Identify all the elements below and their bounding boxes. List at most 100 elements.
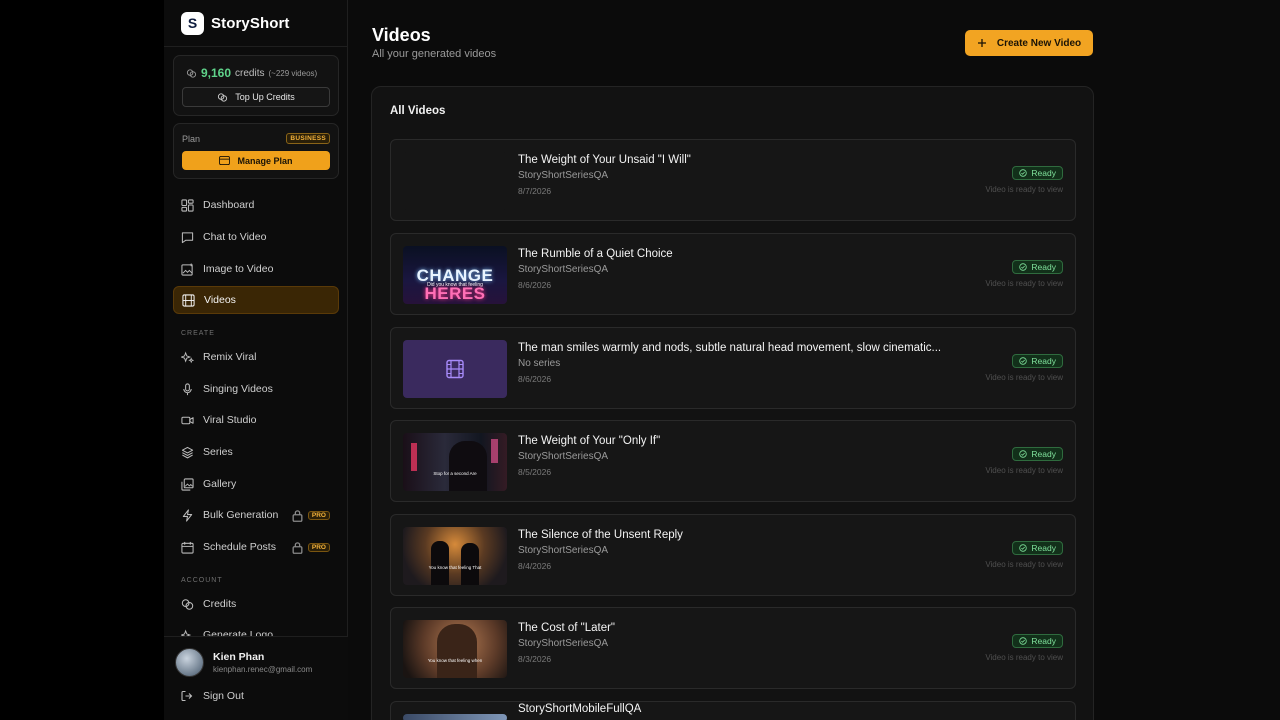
sidebar-item-remix-viral[interactable]: Remix Viral bbox=[173, 343, 339, 371]
status-badge: Ready bbox=[1012, 260, 1063, 274]
video-row[interactable]: Stop for a second Are The Weight of Your… bbox=[390, 420, 1076, 502]
video-row[interactable]: CHANGE Did you know that feeling HERES T… bbox=[390, 233, 1076, 315]
status-text: Ready bbox=[1031, 636, 1056, 646]
thumbnail-caption: You know that feeling when bbox=[427, 658, 483, 663]
video-row[interactable]: StoryShortMobileFullQA bbox=[390, 701, 1076, 720]
panel-title: All Videos bbox=[390, 105, 446, 117]
video-thumbnail: CHANGE Did you know that feeling HERES bbox=[403, 246, 507, 304]
credits-word: credits bbox=[235, 67, 265, 79]
status-text: Ready bbox=[1031, 168, 1056, 178]
all-videos-panel: All Videos The Weight of Your Unsaid "I … bbox=[371, 86, 1094, 720]
video-date: 8/5/2026 bbox=[518, 467, 552, 477]
calendar-icon bbox=[181, 541, 194, 554]
manage-plan-button[interactable]: Manage Plan bbox=[182, 151, 330, 170]
video-series: StoryShortSeriesQA bbox=[518, 170, 609, 181]
pro-badge: PRO bbox=[307, 510, 330, 520]
thumbnail-figure bbox=[449, 441, 487, 491]
sidebar-item-label: Series bbox=[203, 446, 233, 458]
sidebar-item-label: Credits bbox=[203, 598, 237, 610]
sidebar-item-videos[interactable]: Videos bbox=[173, 286, 339, 314]
brand-logo-letter: S bbox=[187, 15, 198, 31]
sidebar-item-singing-videos[interactable]: Singing Videos bbox=[173, 375, 339, 403]
sidebar-item-label: Videos bbox=[204, 294, 236, 306]
check-circle-icon bbox=[1019, 357, 1028, 365]
sidebar-item-label: Dashboard bbox=[203, 199, 255, 211]
video-date: 8/7/2026 bbox=[518, 186, 552, 196]
sidebar-item-schedule-posts[interactable]: Schedule Posts PRO bbox=[173, 533, 339, 561]
thumbnail-figure bbox=[437, 624, 477, 678]
film-icon bbox=[182, 293, 195, 307]
section-label-account: ACCOUNT bbox=[181, 577, 223, 584]
pro-lock: PRO bbox=[291, 509, 330, 522]
sidebar-item-dashboard[interactable]: Dashboard bbox=[173, 191, 339, 219]
user-name: Kien Phan bbox=[213, 651, 265, 663]
status-badge: Ready bbox=[1012, 166, 1063, 180]
sign-out-icon bbox=[181, 690, 193, 702]
status-note: Video is ready to view bbox=[985, 466, 1063, 475]
video-thumbnail bbox=[403, 714, 507, 720]
sidebar-item-label: Bulk Generation bbox=[203, 509, 279, 521]
video-row[interactable]: You know that feeling when The Cost of "… bbox=[390, 607, 1076, 689]
video-date: 8/6/2026 bbox=[518, 280, 552, 290]
status-note: Video is ready to view bbox=[985, 560, 1063, 569]
lock-icon bbox=[292, 509, 303, 522]
check-circle-icon bbox=[1019, 169, 1028, 177]
sidebar-item-chat-to-video[interactable]: Chat to Video bbox=[173, 223, 339, 251]
thumbnail-caption: Stop for a second Are bbox=[433, 471, 477, 476]
mic-icon bbox=[183, 382, 192, 395]
status-badge: Ready bbox=[1012, 447, 1063, 461]
video-row[interactable]: The man smiles warmly and nods, subtle n… bbox=[390, 327, 1076, 409]
layers-icon bbox=[181, 446, 194, 458]
sidebar-item-bulk-generation[interactable]: Bulk Generation PRO bbox=[173, 501, 339, 529]
sidebar-item-label: Viral Studio bbox=[203, 414, 257, 426]
sidebar-item-label: Gallery bbox=[203, 478, 237, 490]
gallery-icon bbox=[181, 477, 194, 491]
create-new-video-label: Create New Video bbox=[996, 37, 1082, 49]
thumbnail-text: HERES bbox=[424, 284, 486, 303]
sidebar-item-viral-studio[interactable]: Viral Studio bbox=[173, 406, 339, 434]
sidebar-item-gallery[interactable]: Gallery bbox=[173, 470, 339, 498]
status-note: Video is ready to view bbox=[985, 185, 1063, 194]
status-text: Ready bbox=[1031, 543, 1056, 553]
video-title: The man smiles warmly and nods, subtle n… bbox=[518, 342, 942, 354]
page-subtitle: All your generated videos bbox=[372, 48, 497, 60]
video-title: StoryShortMobileFullQA bbox=[518, 703, 642, 715]
page-title: Videos bbox=[372, 25, 431, 45]
sidebar-item-series[interactable]: Series bbox=[173, 438, 339, 466]
left-gutter bbox=[0, 0, 164, 720]
video-row[interactable]: The Weight of Your Unsaid "I Will" Story… bbox=[390, 139, 1076, 221]
pro-badge: PRO bbox=[307, 542, 330, 552]
video-date: 8/4/2026 bbox=[518, 561, 552, 571]
sign-out-button[interactable]: Sign Out bbox=[181, 690, 244, 702]
plan-card: Plan BUSINESS Manage Plan bbox=[173, 123, 339, 179]
app-window: S StoryShort 9,160 credits (~229 videos)… bbox=[0, 0, 1280, 720]
bolt-icon bbox=[182, 508, 193, 522]
brand[interactable]: S StoryShort bbox=[181, 11, 290, 35]
status-note: Video is ready to view bbox=[985, 653, 1063, 662]
check-circle-icon bbox=[1019, 450, 1028, 458]
status-text: Ready bbox=[1031, 356, 1056, 366]
video-series: StoryShortSeriesQA bbox=[518, 264, 609, 275]
chat-icon bbox=[181, 231, 194, 243]
film-icon bbox=[446, 359, 464, 379]
sidebar-item-label: Image to Video bbox=[203, 263, 274, 275]
video-date: 8/6/2026 bbox=[518, 374, 552, 384]
user-email: kienphan.renec@gmail.com bbox=[213, 665, 313, 674]
sign-out-label: Sign Out bbox=[203, 690, 244, 702]
pro-lock: PRO bbox=[291, 541, 330, 554]
credits-amount: 9,160 bbox=[201, 66, 232, 80]
video-title: The Rumble of a Quiet Choice bbox=[518, 248, 673, 260]
video-thumbnail bbox=[403, 340, 507, 398]
video-row[interactable]: You know that feeling That The Silence o… bbox=[390, 514, 1076, 596]
sidebar-item-credits[interactable]: Credits bbox=[173, 590, 339, 618]
avatar[interactable] bbox=[175, 648, 204, 677]
brand-name: StoryShort bbox=[211, 14, 290, 32]
main-content: Videos All your generated videos Create … bbox=[348, 0, 1280, 720]
sidebar-item-image-to-video[interactable]: Image to Video bbox=[173, 255, 339, 283]
lock-icon bbox=[292, 541, 303, 554]
top-up-credits-button[interactable]: Top Up Credits bbox=[182, 87, 330, 107]
sidebar-item-label: Remix Viral bbox=[203, 351, 257, 363]
sparkles-icon bbox=[181, 350, 194, 363]
create-new-video-button[interactable]: Create New Video bbox=[965, 30, 1093, 56]
coins-icon bbox=[218, 92, 228, 102]
